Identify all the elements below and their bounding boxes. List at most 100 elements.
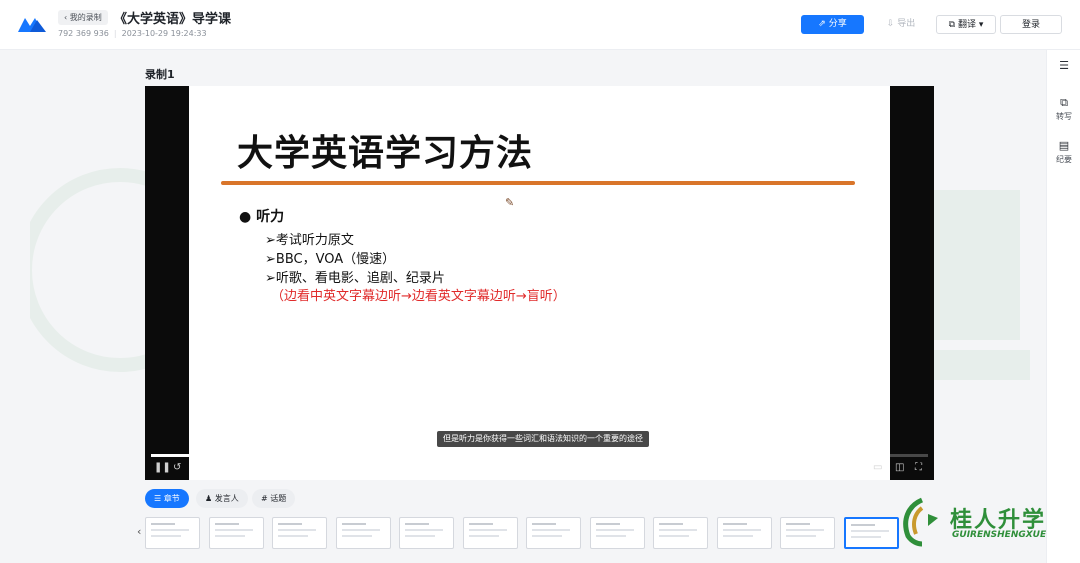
chapter-thumbnail[interactable] — [462, 517, 518, 549]
list-icon: ☰ — [154, 494, 162, 503]
back-button[interactable]: ‹ 我的录制 — [58, 10, 108, 25]
export-button[interactable]: ⇩ 导出 — [879, 15, 923, 34]
meta-divider: | — [113, 29, 117, 38]
tab-label: 话题 — [270, 494, 287, 503]
thumbnail-prev-icon[interactable]: ‹ — [137, 525, 141, 538]
page-title: 《大学英语》导学课 — [114, 12, 232, 27]
hash-icon: # — [261, 494, 268, 503]
app-logo-icon[interactable] — [16, 14, 48, 34]
top-bar: ‹ 我的录制 《大学英语》导学课 792 369 936 | 2023-10-29 … — [0, 0, 1080, 50]
transcribe-label: 转写 — [1056, 112, 1072, 121]
fullscreen-icon[interactable]: ⛶ — [915, 462, 922, 473]
video-progress-bar[interactable] — [151, 454, 928, 457]
translate-dropdown[interactable]: ⧉ 翻译 ▾ — [936, 15, 996, 34]
thumbnail-content — [786, 529, 824, 531]
slide-bullet: ● 听力 — [239, 209, 285, 225]
thumbnail-content — [278, 529, 316, 531]
picture-in-picture-icon[interactable]: ◫ — [895, 462, 904, 473]
chapter-thumbnail[interactable] — [653, 517, 708, 549]
thumbnail-content — [595, 529, 634, 531]
video-progress-fill — [151, 454, 851, 457]
video-subtitle: 但是听力是你获得一些词汇和语法知识的一个重要的途径 — [437, 431, 649, 447]
download-icon: ⇩ — [886, 19, 895, 29]
minutes-label: 纪要 — [1056, 155, 1072, 164]
share-label: 分享 — [828, 19, 847, 29]
tab-topics[interactable]: # 话题 — [252, 489, 296, 508]
transcribe-button[interactable]: ⧉ 转写 — [1047, 97, 1080, 122]
thumbnail-content — [786, 535, 816, 537]
thumbnail-content — [595, 535, 626, 537]
thumbnail-content — [405, 529, 443, 531]
meeting-id: 792 369 936 — [58, 29, 109, 38]
chapter-thumbnail[interactable] — [335, 517, 391, 549]
share-button[interactable]: ⇗ 分享 — [801, 15, 864, 34]
login-button[interactable]: 登录 — [1000, 15, 1062, 34]
tab-label: 发言人 — [214, 494, 239, 503]
thumbnail-content — [722, 523, 747, 525]
thumbnail-content — [850, 530, 889, 532]
export-label: 导出 — [897, 19, 916, 29]
minutes-button[interactable]: ▤ 纪要 — [1047, 140, 1080, 165]
chapter-thumbnail[interactable] — [208, 517, 264, 549]
tab-chapters[interactable]: ☰ 章节 — [145, 489, 189, 508]
thumbnail-content — [722, 529, 761, 531]
replay-icon[interactable]: ↺ — [173, 462, 181, 473]
thumbnail-content — [532, 523, 556, 525]
thumbnail-content — [405, 535, 435, 537]
pen-cursor-icon: ✎ — [505, 196, 515, 209]
chapter-thumbnail[interactable] — [145, 517, 200, 549]
list-toggle-icon: ☰ — [1059, 59, 1069, 72]
thumbnail-content — [722, 535, 753, 537]
slide-note: （边看中英文字幕边听→边看英文字幕边听→盲听） — [271, 289, 566, 304]
thumbnail-content — [151, 529, 189, 531]
thumbnail-content — [341, 523, 366, 525]
slide-bullet-text: 听力 — [256, 209, 285, 225]
thumbnail-content — [850, 536, 881, 538]
tab-speakers[interactable]: ♟ 发言人 — [196, 489, 248, 508]
thumbnail-content — [595, 523, 620, 525]
chapter-thumbnail[interactable] — [780, 517, 835, 549]
thumbnail-content — [659, 523, 683, 525]
person-icon: ♟ — [205, 494, 213, 503]
slide-item-text: 考试听力原文 — [275, 233, 354, 248]
laurel-logo-icon — [903, 497, 938, 547]
translate-label: 翻译 — [957, 20, 976, 30]
slide-item: ➢BBC，VOA（慢速） — [265, 252, 396, 267]
recording-meta: 792 369 936 | 2023-10-29 19:24:33 — [58, 29, 207, 38]
brand-watermark-logo: 桂人升学 GUIRENSHENGXUE — [898, 496, 1068, 554]
thumbnail-content — [405, 523, 429, 525]
right-side-panel: ☰ ⧉ 转写 ▤ 纪要 — [1046, 50, 1080, 563]
thumbnail-content — [659, 535, 689, 537]
panel-toggle-button[interactable]: ☰ — [1047, 60, 1080, 74]
slide-title-underline — [221, 181, 855, 185]
slide-item-text: 听歌、看电影、追剧、纪录片 — [275, 271, 445, 286]
thumbnail-content — [468, 523, 493, 525]
thumbnail-content — [468, 535, 499, 537]
thumbnail-content — [468, 529, 507, 531]
back-label: 我的录制 — [69, 13, 102, 22]
chapter-thumbnail[interactable] — [526, 517, 581, 549]
chevron-down-icon: ▾ — [978, 20, 984, 30]
video-player[interactable]: 大学英语学习方法 ✎ ● 听力 ➢考试听力原文 ➢BBC，VOA（慢速） ➢听歌… — [145, 86, 934, 480]
recording-datetime: 2023-10-29 19:24:33 — [121, 29, 207, 38]
subtitle-icon[interactable]: ▭ — [873, 462, 882, 473]
chapter-thumbnail[interactable] — [589, 517, 645, 549]
chapter-thumbnail[interactable] — [399, 517, 454, 549]
thumbnail-content — [214, 523, 239, 525]
thumbnail-content — [532, 529, 570, 531]
thumbnail-content — [214, 535, 245, 537]
thumbnail-content — [786, 523, 810, 525]
thumbnail-content — [341, 529, 380, 531]
slide-item: ➢听歌、看电影、追剧、纪录片 — [265, 271, 445, 286]
translate-icon: ⧉ — [948, 20, 956, 30]
pause-icon[interactable]: ❚❚ — [154, 462, 171, 473]
presentation-slide: 大学英语学习方法 ✎ ● 听力 ➢考试听力原文 ➢BBC，VOA（慢速） ➢听歌… — [189, 86, 890, 480]
transcribe-icon: ⧉ — [1060, 96, 1068, 109]
brand-name-en: GUIRENSHENGXUE — [952, 530, 1047, 540]
thumbnail-content — [151, 535, 181, 537]
chapter-thumbnail[interactable] — [716, 517, 772, 549]
chapter-thumbnail[interactable] — [272, 517, 327, 549]
chapter-thumbnail[interactable] — [843, 517, 899, 549]
recording-section-title: 录制1 — [145, 68, 175, 81]
thumbnail-content — [850, 524, 875, 526]
